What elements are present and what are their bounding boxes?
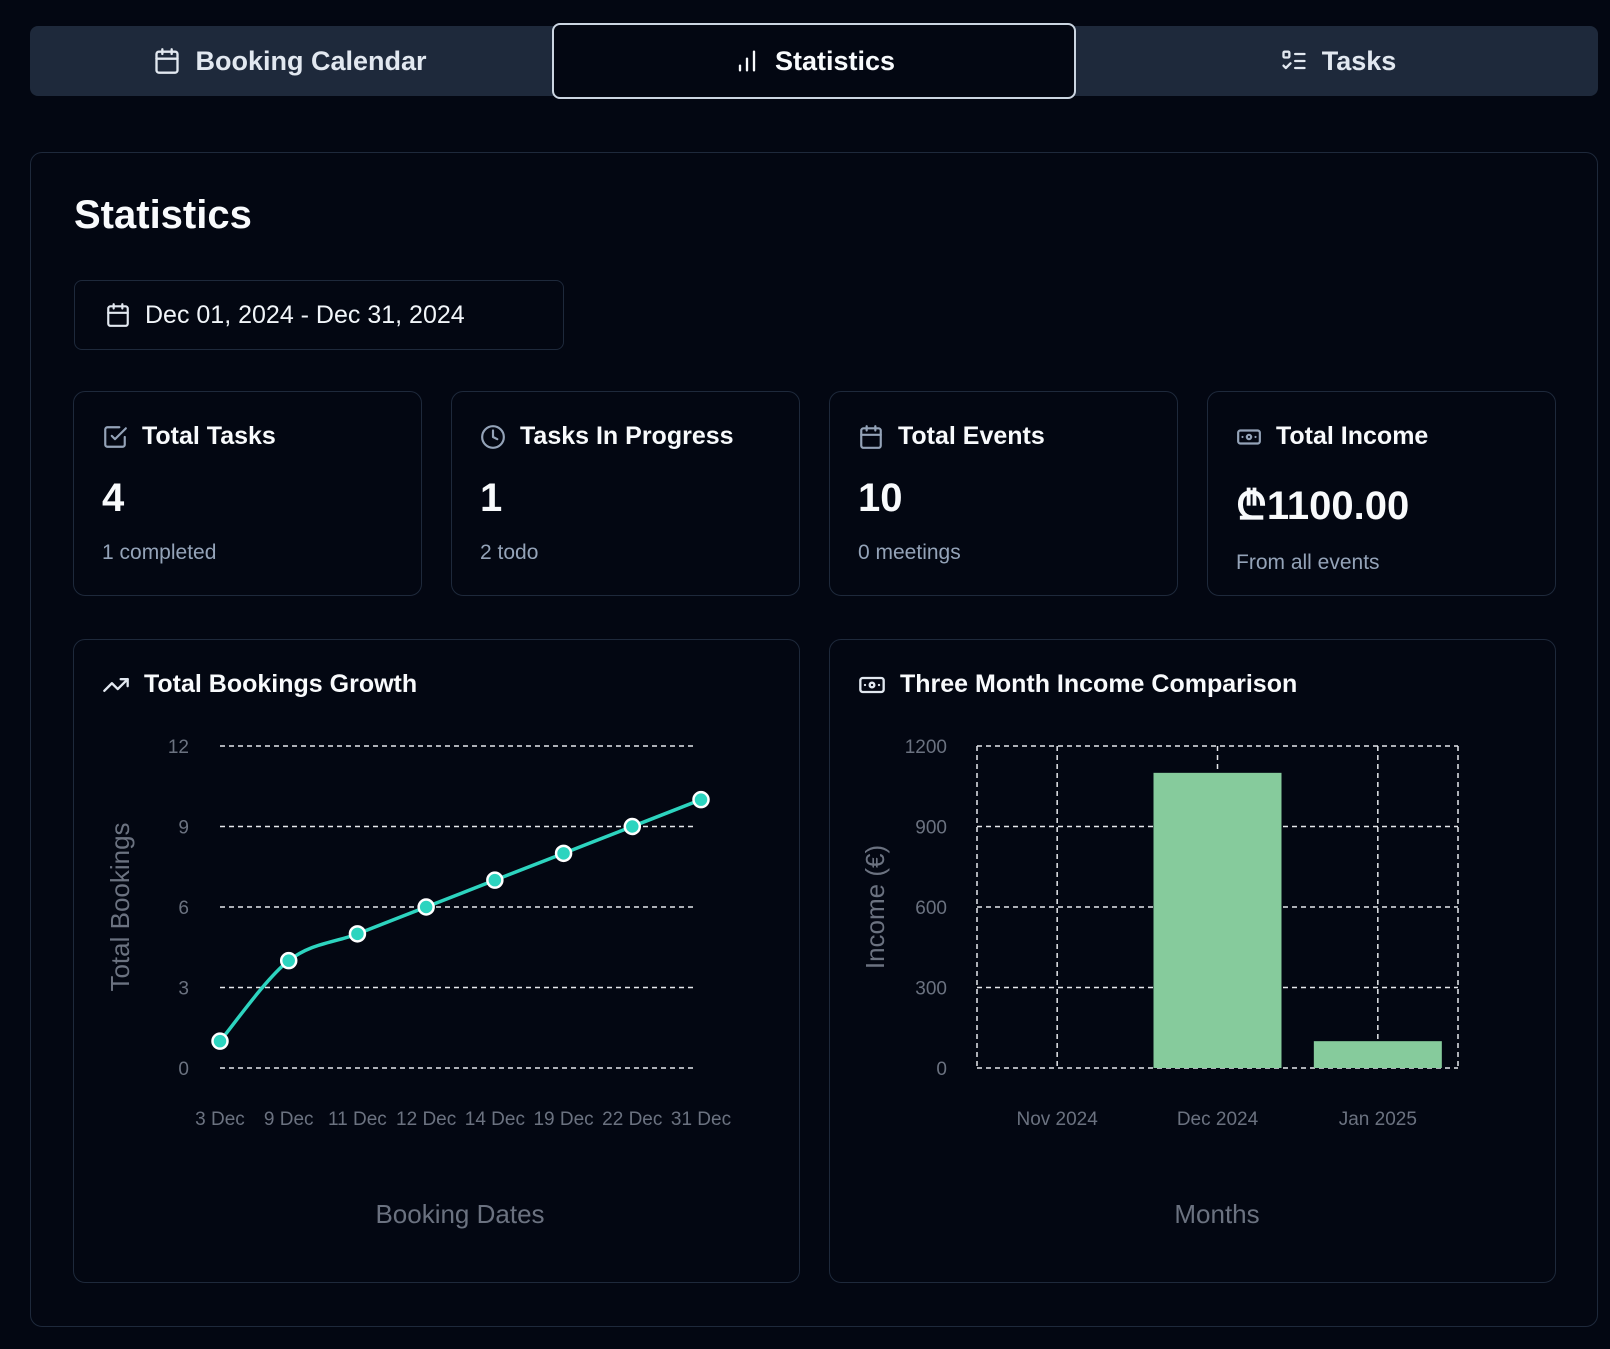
- y-tick-label: 600: [915, 898, 947, 919]
- y-tick-label: 6: [178, 898, 189, 919]
- y-tick-label: 3: [178, 979, 189, 1000]
- card-value: 1: [480, 476, 503, 520]
- income-comparison-chart-card: Three Month Income Comparison 0 300 600 900…: [829, 639, 1556, 1283]
- card-title: Total Tasks: [142, 422, 276, 450]
- x-tick-label: 31 Dec: [671, 1109, 731, 1130]
- bookings-growth-chart-card: Total Bookings Growth 0 3 6 9 12 3 Dec 9 Dec 11…: [73, 639, 800, 1283]
- x-tick-label: 22 Dec: [602, 1109, 662, 1130]
- bar-chart-icon: [738, 50, 756, 72]
- tab-label: Booking Calendar: [195, 45, 427, 76]
- calendar-icon: [155, 48, 180, 74]
- bar: [1313, 1041, 1442, 1068]
- data-point: [692, 790, 710, 809]
- y-tick-label: 0: [936, 1059, 947, 1080]
- calendar-icon: [860, 424, 882, 449]
- x-tick-label: Jan 2025: [1339, 1109, 1417, 1130]
- bar: [1153, 772, 1282, 1068]
- data-point: [623, 817, 642, 836]
- card-subtext: 0 meetings: [858, 541, 961, 564]
- card-title: Total Events: [898, 422, 1045, 450]
- statistics-panel: Statistics Dec 01, 2024 - Dec 31, 2024 T…: [30, 152, 1598, 1327]
- calendar-icon: [107, 303, 129, 327]
- x-tick-label: 9 Dec: [264, 1109, 314, 1130]
- tab-booking-calendar[interactable]: Booking Calendar: [30, 26, 550, 96]
- tab-label: Statistics: [774, 45, 896, 76]
- bookings-line-chart: 0 3 6 9 12 3 Dec 9 Dec 11 Dec 12 Dec 14 Dec 19 Dec…: [105, 737, 731, 1229]
- card-subtext: From all events: [1236, 551, 1380, 574]
- x-tick-label: 12 Dec: [396, 1109, 456, 1130]
- x-axis-label: Booking Dates: [375, 1199, 544, 1229]
- x-tick-label: Dec 2024: [1177, 1109, 1259, 1130]
- y-tick-label: 12: [168, 737, 189, 758]
- tab-label: Tasks: [1321, 45, 1397, 76]
- y-tick-label: 300: [915, 979, 947, 1000]
- series-line: [218, 798, 702, 1043]
- y-axis-label: Total Bookings: [105, 822, 135, 991]
- date-range-text: Dec 01, 2024 - Dec 31, 2024: [145, 300, 465, 329]
- x-axis-label: Months: [1174, 1199, 1259, 1229]
- card-title: Tasks In Progress: [520, 422, 734, 450]
- x-tick-label: 14 Dec: [465, 1109, 525, 1130]
- data-point: [211, 1032, 229, 1050]
- data-point: [417, 898, 435, 916]
- x-tick-label: 3 Dec: [195, 1109, 245, 1130]
- banknote-icon: [1237, 428, 1261, 445]
- card-value: 10: [858, 476, 903, 520]
- tab-statistics[interactable]: Statistics: [552, 23, 1076, 99]
- view-tabs: Booking Calendar Statistics Tasks: [30, 23, 1598, 99]
- clock-icon: [481, 424, 505, 449]
- income-bar-chart: 0 300 600 900 1200 Nov 2024 Dec 2024 Jan 2025 Mo…: [860, 737, 1459, 1229]
- data-point: [279, 951, 298, 970]
- data-point: [348, 925, 367, 943]
- page-title: Statistics: [74, 193, 252, 237]
- y-tick-label: 900: [915, 818, 947, 839]
- y-axis-label: Income (€): [860, 845, 890, 969]
- stat-card-total-events: Total Events 10 0 meetings: [829, 391, 1178, 596]
- x-tick-label: 11 Dec: [328, 1109, 387, 1130]
- card-subtext: 1 completed: [102, 541, 217, 564]
- stat-card-total-tasks: Total Tasks 4 1 completed: [73, 391, 422, 596]
- date-range-picker[interactable]: Dec 01, 2024 - Dec 31, 2024: [74, 280, 564, 350]
- card-title: Total Income: [1276, 422, 1429, 450]
- x-tick-label: Nov 2024: [1016, 1109, 1098, 1130]
- data-point: [554, 844, 573, 863]
- x-tick-label: 19 Dec: [533, 1109, 593, 1130]
- card-value: ₾1100.00: [1236, 484, 1410, 528]
- data-point: [486, 871, 504, 889]
- card-subtext: 2 todo: [480, 541, 539, 564]
- stat-card-tasks-in-progress: Tasks In Progress 1 2 todo: [451, 391, 800, 596]
- card-value: 4: [102, 476, 125, 520]
- y-tick-label: 9: [178, 818, 189, 839]
- y-tick-label: 1200: [905, 737, 947, 758]
- stat-card-total-income: Total Income ₾1100.00 From all events: [1207, 391, 1556, 596]
- y-tick-label: 0: [178, 1059, 189, 1080]
- check-square-icon: [104, 425, 127, 448]
- tab-tasks[interactable]: Tasks: [1078, 26, 1598, 96]
- list-checks-icon: [1282, 50, 1306, 70]
